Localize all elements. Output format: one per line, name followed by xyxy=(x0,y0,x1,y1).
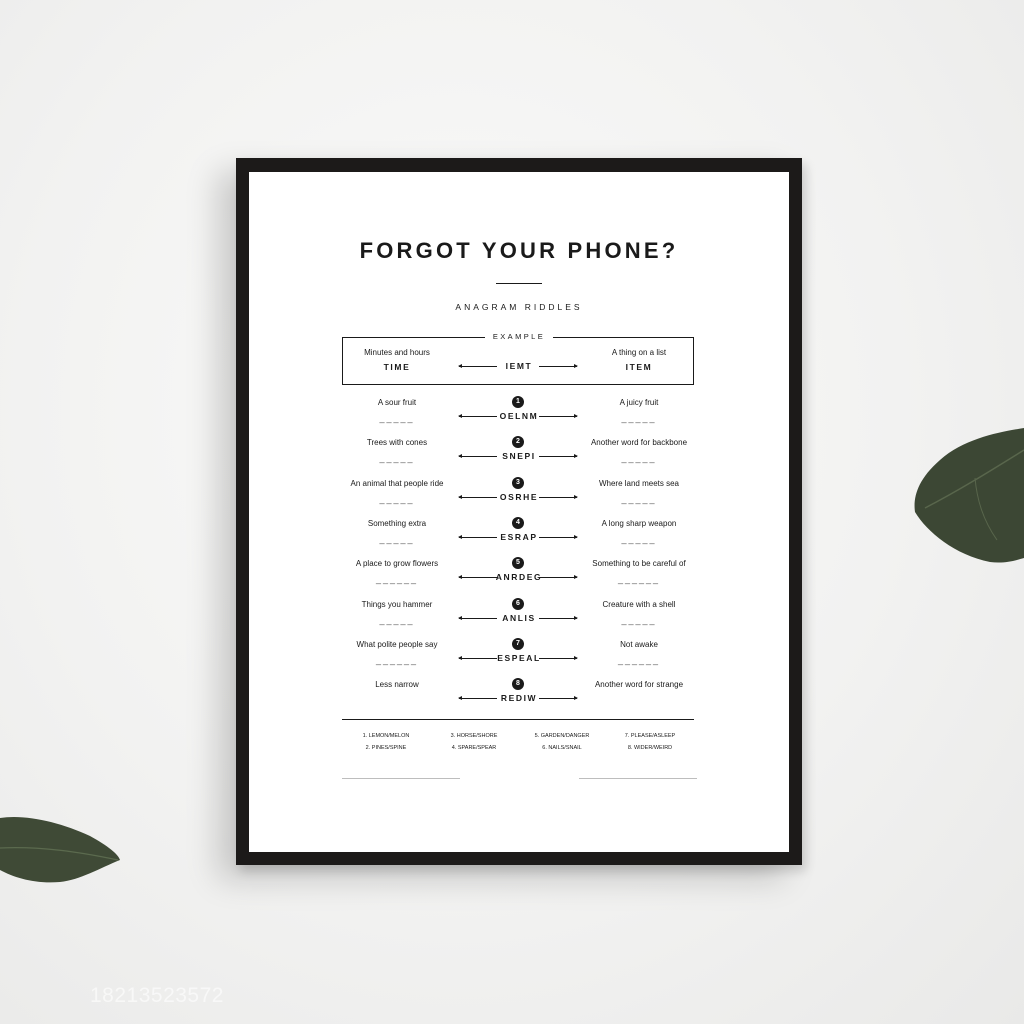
riddle-number-badge: 1 xyxy=(512,396,524,408)
riddle-row: What polite people say ______ 7 ESPEAL Not a… xyxy=(249,637,789,680)
answer-blank-right: _____ xyxy=(621,614,657,625)
example-clue-right: A thing on a list xyxy=(611,348,667,357)
answer-item: 7. PLEASE/ASLEEP xyxy=(624,733,676,739)
riddle-clue-right: Another word for strange xyxy=(594,680,684,690)
riddle-clue-right: Not awake xyxy=(620,639,658,649)
example-clue-left: Minutes and hours xyxy=(364,348,430,357)
riddle-number-badge: 2 xyxy=(512,436,524,449)
answers-divider xyxy=(342,719,694,720)
riddle-number-badge: 3 xyxy=(512,476,524,489)
riddle-row: Things you hammer _____ 6 ANLIS Creature wit… xyxy=(249,597,789,640)
answer-blank-right: _____ xyxy=(621,413,657,423)
riddle-clue-left: An animal that people ride xyxy=(350,478,444,488)
answer-item: 1. LEMON/MELON xyxy=(362,733,410,739)
riddle-number-badge: 4 xyxy=(512,516,524,529)
riddle-clue-right: A long sharp weapon xyxy=(601,518,677,528)
footer-line-left xyxy=(342,778,460,779)
footer-line-right xyxy=(579,778,697,779)
riddle-row: A place to grow flowers ______ 5 ANRDEG Some… xyxy=(249,557,789,599)
answer-item: 5. GARDEN/DANGER xyxy=(534,733,590,739)
riddle-clue-left: Less narrow xyxy=(375,680,419,690)
riddle-row: Less narrow 8 REDIW Another word for strang… xyxy=(249,678,789,720)
title-divider xyxy=(496,283,542,284)
riddle-clue-left: Something extra xyxy=(367,518,427,528)
riddle-clue-left: Things you hammer xyxy=(361,599,433,609)
answer-blank-right: ______ xyxy=(617,574,661,585)
anagram-poster: FORGOT YOUR PHONE? ANAGRAM RIDDLES EXAMP… xyxy=(249,172,789,852)
answer-blank-right: _____ xyxy=(621,453,657,464)
answer-item: 6. NAILS/SNAIL xyxy=(542,745,582,751)
answer-blank-right: _____ xyxy=(621,493,657,504)
watermark: 18213523572 xyxy=(90,984,224,1007)
riddle-row: Trees with cones _____ 2 SNEPI Another word … xyxy=(249,436,789,478)
answer-blank-right: ______ xyxy=(617,654,661,665)
riddle-number-badge: 6 xyxy=(512,597,524,610)
answer-item: 3. HORSE/SHORE xyxy=(450,733,498,739)
riddle-clue-right: Creature with a shell xyxy=(602,599,676,609)
answer-key: 1. LEMON/MELON 3. HORSE/SHORE 5. GARDEN/DA… xyxy=(342,733,694,751)
plant-leaf-right xyxy=(914,428,1024,563)
riddle-clue-left: A sour fruit xyxy=(377,398,417,407)
poster-mat: FORGOT YOUR PHONE? ANAGRAM RIDDLES EXAMP… xyxy=(249,172,789,852)
riddle-clue-left: What polite people say xyxy=(356,639,438,649)
answer-item: 8. WIDER/WEIRD xyxy=(627,745,673,751)
riddle-clue-right: Another word for backbone xyxy=(590,438,688,448)
example-word-right: ITEM xyxy=(625,362,653,372)
arrow-right-icon xyxy=(539,696,578,701)
riddle-clue-right: A juicy fruit xyxy=(619,398,659,407)
riddle-clue-left: Trees with cones xyxy=(366,438,428,448)
riddle-clue-left: A place to grow flowers xyxy=(355,559,439,569)
example-label: EXAMPLE xyxy=(249,332,789,341)
poster-subtitle: ANAGRAM RIDDLES xyxy=(455,302,583,312)
riddle-row: A sour fruit _____ 1 OELNM A juicy fruit ____… xyxy=(249,396,789,438)
plant-leaf-left xyxy=(0,816,120,883)
riddle-clue-right: Where land meets sea xyxy=(598,478,680,488)
answer-blank-right: _____ xyxy=(621,533,657,544)
answer-item: 4. SPARE/SPEAR xyxy=(451,745,497,751)
riddle-number-badge: 8 xyxy=(512,678,524,691)
riddle-row: Something extra _____ 4 ESRAP A long sharp w… xyxy=(249,516,789,559)
example-row: Minutes and hours TIME IEMT A thing on a… xyxy=(249,348,789,388)
poster-title: FORGOT YOUR PHONE? xyxy=(359,238,679,263)
answer-item: 2. PINES/SPINE xyxy=(365,745,407,751)
riddle-clue-right: Something to be careful of xyxy=(592,559,686,569)
riddle-scramble: REDIW xyxy=(500,693,538,704)
riddle-number-badge: 7 xyxy=(512,637,524,650)
riddle-row: An animal that people ride _____ 3 OSRHE Whe… xyxy=(249,476,789,519)
riddle-number-badge: 5 xyxy=(512,557,524,570)
